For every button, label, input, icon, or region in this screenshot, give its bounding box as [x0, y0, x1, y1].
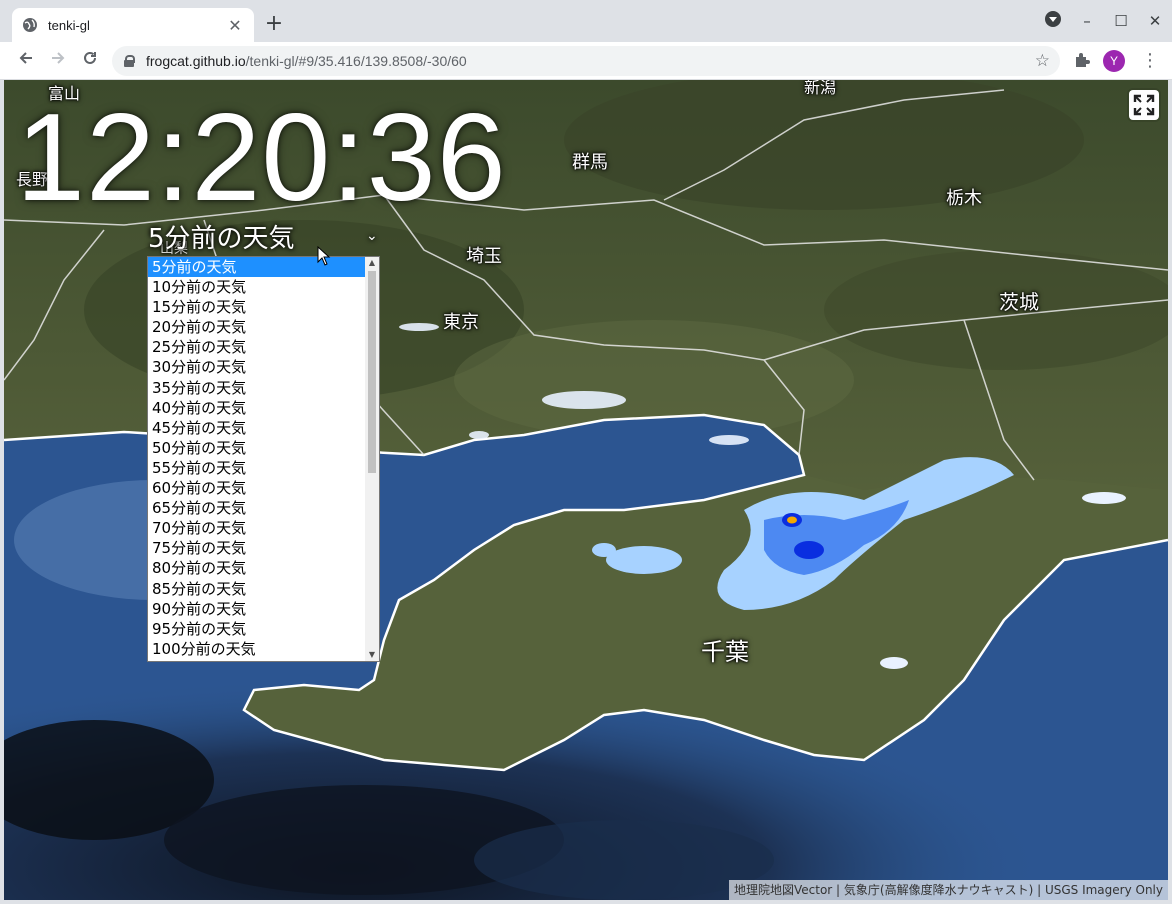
globe-icon: [23, 18, 37, 32]
url-text: frogcat.github.io/tenki-gl/#9/35.416/139…: [146, 53, 467, 69]
map-attribution: 地理院地図Vector | 気象庁(高解像度降水ナウキャスト) | USGS I…: [729, 880, 1168, 900]
dropdown-option[interactable]: 45分前の天気: [148, 418, 366, 438]
url-host: frogcat.github.io: [146, 53, 246, 69]
label-tochigi: 栃木: [946, 188, 982, 209]
back-button[interactable]: [14, 49, 38, 73]
window-controls: – ☐ ✕: [1036, 0, 1172, 42]
profile-avatar[interactable]: Y: [1103, 50, 1125, 72]
mouse-cursor-icon: [317, 246, 331, 266]
dropdown-option[interactable]: 25分前の天気: [148, 337, 366, 357]
label-tokyo: 東京: [443, 312, 479, 333]
arrow-left-icon: [19, 52, 32, 64]
url-path: /tenki-gl/#9/35.416/139.8508/-30/60: [245, 53, 467, 69]
dropdown-option[interactable]: 95分前の天気: [148, 619, 366, 639]
reload-button[interactable]: [78, 49, 102, 73]
forward-button[interactable]: [46, 49, 70, 73]
dropdown-option[interactable]: 60分前の天気: [148, 478, 366, 498]
option-list: 5分前の天気 10分前の天気 15分前の天気 20分前の天気 25分前の天気 30分前の天…: [148, 257, 366, 659]
label-saitama: 埼玉: [466, 246, 502, 267]
puzzle-icon[interactable]: [1072, 51, 1092, 71]
time-select-dropdown[interactable]: 5分前の天気 10分前の天気 15分前の天気 20分前の天気 25分前の天気 30分前の天…: [147, 256, 380, 662]
chevron-down-icon: [1045, 11, 1061, 27]
dropdown-option[interactable]: 50分前の天気: [148, 438, 366, 458]
address-bar[interactable]: frogcat.github.io/tenki-gl/#9/35.416/139…: [112, 46, 1060, 76]
dropdown-option[interactable]: 35分前の天気: [148, 378, 366, 398]
dropdown-option[interactable]: 85分前の天気: [148, 579, 366, 599]
label-niigata: 新潟: [804, 80, 837, 97]
tab-strip: tenki-gl ✕ + – ☐ ✕: [0, 0, 1172, 42]
star-icon[interactable]: ☆: [1035, 51, 1050, 71]
dropdown-option[interactable]: 30分前の天気: [148, 357, 366, 377]
time-select[interactable]: 5分前の天気 ⌄: [148, 216, 380, 256]
kebab-menu-icon[interactable]: ⋮: [1140, 50, 1160, 72]
tab-title: tenki-gl: [48, 17, 90, 33]
chevron-down-icon: ⌄: [366, 228, 378, 244]
arrow-right-icon: [52, 52, 65, 64]
time-select-value: 5分前の天気: [148, 223, 295, 254]
maximize-icon[interactable]: ☐: [1104, 12, 1138, 30]
fullscreen-icon: [1133, 94, 1155, 116]
label-chiba: 千葉: [701, 638, 749, 666]
dropdown-option[interactable]: 70分前の天気: [148, 518, 366, 538]
fullscreen-button[interactable]: [1129, 90, 1159, 120]
dropdown-option[interactable]: 75分前の天気: [148, 538, 366, 558]
dropdown-option[interactable]: 5分前の天気: [148, 257, 366, 278]
extensions-puzzle-icon: [1076, 53, 1090, 67]
lock-icon: [124, 55, 135, 67]
dropdown-option[interactable]: 20分前の天気: [148, 317, 366, 337]
map-viewport[interactable]: 富山 長野 新潟 群馬 栃木 埼玉 茨城 東京 千葉 山梨 12:20:36 5…: [4, 80, 1168, 900]
clock-display: 12:20:36: [16, 89, 507, 227]
dropdown-option[interactable]: 10分前の天気: [148, 277, 366, 297]
scroll-down-icon[interactable]: ▼: [365, 649, 379, 661]
tab-search-button[interactable]: [1036, 11, 1070, 31]
dropdown-option[interactable]: 55分前の天気: [148, 458, 366, 478]
label-gunma: 群馬: [572, 152, 608, 173]
new-tab-button[interactable]: +: [262, 12, 286, 36]
browser-tab[interactable]: tenki-gl ✕: [12, 8, 254, 42]
dropdown-option[interactable]: 15分前の天気: [148, 297, 366, 317]
scroll-up-icon[interactable]: ▲: [365, 257, 379, 269]
dropdown-option[interactable]: 100分前の天気: [148, 639, 366, 659]
minimize-icon[interactable]: –: [1070, 12, 1104, 30]
label-ibaraki: 茨城: [999, 290, 1039, 314]
browser-toolbar: frogcat.github.io/tenki-gl/#9/35.416/139…: [0, 42, 1172, 80]
scrollbar-thumb[interactable]: [368, 271, 376, 473]
dropdown-option[interactable]: 90分前の天気: [148, 599, 366, 619]
dropdown-option[interactable]: 40分前の天気: [148, 398, 366, 418]
close-icon[interactable]: ✕: [226, 16, 244, 35]
dropdown-scrollbar[interactable]: ▲ ▼: [365, 257, 379, 661]
dropdown-option[interactable]: 65分前の天気: [148, 498, 366, 518]
reload-icon: [84, 51, 96, 64]
dropdown-option[interactable]: 80分前の天気: [148, 558, 366, 578]
window-close-icon[interactable]: ✕: [1138, 12, 1172, 30]
